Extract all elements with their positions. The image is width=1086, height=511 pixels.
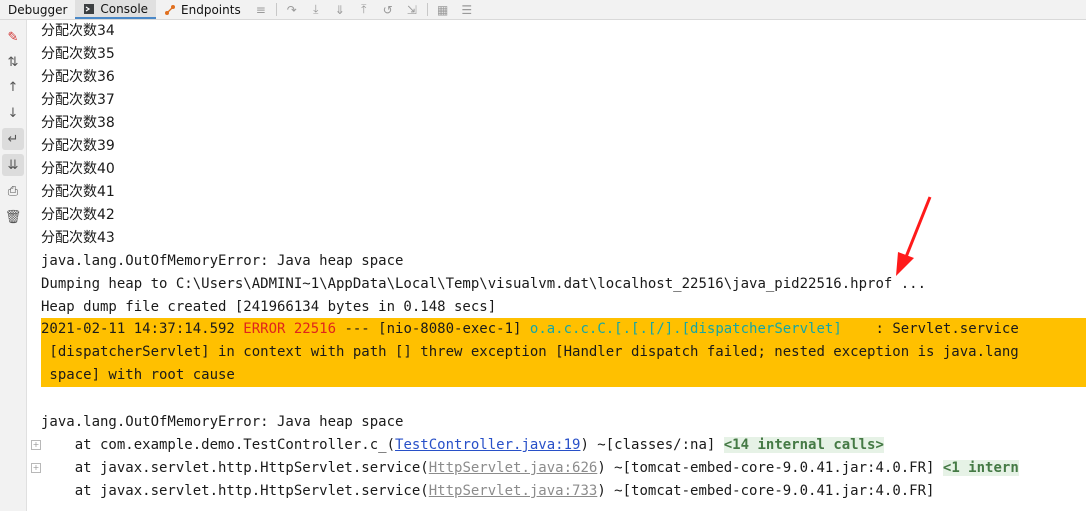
up-arrow-icon[interactable]: ↑ bbox=[2, 76, 24, 98]
tool-window-toolbar: Debugger Console Endpoints ≡ ↷ ⤓ ⇓ ⤒ ↺ ⇲… bbox=[0, 0, 1086, 20]
console-line: 分配次数38 bbox=[41, 115, 115, 131]
log-logger: o.a.c.c.C.[.[.[/].[dispatcherServlet] bbox=[529, 321, 842, 337]
tab-endpoints[interactable]: Endpoints bbox=[156, 0, 249, 19]
stack-frame-line: at com.example.demo.TestController.c_(Te… bbox=[41, 434, 884, 457]
print-icon[interactable]: ⎙ bbox=[2, 180, 24, 202]
tab-console-label: Console bbox=[100, 1, 149, 16]
error-log-line-1: 2021-02-11 14:37:14.592 ERROR 22516 --- … bbox=[41, 318, 1019, 341]
force-step-into-icon[interactable]: ⇓ bbox=[328, 0, 352, 19]
console-output[interactable]: 分配次数34 分配次数35 分配次数36 分配次数37 分配次数38 分配次数3… bbox=[27, 20, 1086, 511]
console-icon bbox=[83, 3, 95, 15]
log-level-error: ERROR 22516 bbox=[243, 321, 337, 337]
source-link[interactable]: HttpServlet.java:626 bbox=[429, 460, 598, 476]
evaluate-expression-icon[interactable]: ▦ bbox=[431, 0, 455, 19]
expand-fold-icon[interactable]: + bbox=[31, 440, 41, 450]
error-log-block: 2021-02-11 14:37:14.592 ERROR 22516 --- … bbox=[41, 318, 1086, 387]
stack-frame-line: at javax.servlet.http.HttpServlet.servic… bbox=[41, 480, 935, 503]
toolbar-divider bbox=[275, 3, 277, 16]
clear-marker-icon[interactable]: ✎ bbox=[2, 26, 24, 48]
soft-wrap-icon[interactable]: ↵ bbox=[2, 128, 24, 150]
trash-icon[interactable]: 🗑 bbox=[2, 206, 24, 228]
console-line: 分配次数35 bbox=[41, 46, 115, 62]
menu-icon[interactable]: ≡ bbox=[249, 0, 273, 19]
step-into-icon[interactable]: ⤓ bbox=[304, 0, 328, 19]
internal-calls-fold[interactable]: <14 internal calls> bbox=[723, 437, 884, 453]
stack-frame-text: at javax.servlet.http.HttpServlet.servic… bbox=[41, 483, 429, 499]
oom-error-line: java.lang.OutOfMemoryError: Java heap sp… bbox=[41, 253, 404, 269]
tab-debugger[interactable]: Debugger bbox=[0, 0, 75, 19]
console-side-toolbar: ✎ ⇅ ↑ ↓ ↵ ⇊ ⎙ 🗑 bbox=[0, 20, 27, 511]
expand-fold-icon[interactable]: + bbox=[31, 463, 41, 473]
tab-endpoints-label: Endpoints bbox=[181, 2, 241, 17]
console-line: 分配次数37 bbox=[41, 92, 115, 108]
stack-frame-jar: ) ~[classes/:na] bbox=[580, 437, 724, 453]
log-message: : Servlet.service bbox=[841, 321, 1019, 337]
run-to-cursor-icon[interactable]: ⇲ bbox=[400, 0, 424, 19]
console-line: 分配次数36 bbox=[41, 69, 115, 85]
drop-frame-icon[interactable]: ↺ bbox=[376, 0, 400, 19]
console-line: 分配次数34 bbox=[41, 23, 115, 39]
stack-frame-text: at javax.servlet.http.HttpServlet.servic… bbox=[41, 460, 429, 476]
step-out-icon[interactable]: ⤒ bbox=[352, 0, 376, 19]
source-link[interactable]: TestController.java:19 bbox=[395, 437, 580, 453]
stack-frame-jar: ) ~[tomcat-embed-core-9.0.41.jar:4.0.FR] bbox=[597, 483, 935, 499]
down-arrow-icon[interactable]: ↓ bbox=[2, 102, 24, 124]
tab-console[interactable]: Console bbox=[75, 0, 157, 19]
endpoints-icon bbox=[164, 4, 176, 16]
oom-error-line-2: java.lang.OutOfMemoryError: Java heap sp… bbox=[41, 414, 404, 430]
console-line: 分配次数40 bbox=[41, 161, 115, 177]
stack-frame-text: at com.example.demo.TestController.c_( bbox=[41, 437, 396, 453]
error-log-line-2: [dispatcherServlet] in context with path… bbox=[41, 344, 1019, 360]
heap-dump-created-line: Heap dump file created [241966134 bytes … bbox=[41, 299, 497, 315]
console-line: 分配次数42 bbox=[41, 207, 115, 223]
scroll-to-end-icon[interactable]: ⇊ bbox=[2, 154, 24, 176]
internal-calls-fold[interactable]: <1 intern bbox=[942, 460, 1019, 476]
step-over-icon[interactable]: ↷ bbox=[280, 0, 304, 19]
source-link[interactable]: HttpServlet.java:733 bbox=[429, 483, 598, 499]
toolbar-divider-2 bbox=[426, 3, 428, 16]
sort-icon[interactable]: ⇅ bbox=[2, 51, 24, 73]
console-line: 分配次数39 bbox=[41, 138, 115, 154]
heap-dump-path-line: Dumping heap to C:\Users\ADMINI~1\AppDat… bbox=[41, 276, 927, 292]
error-log-line-3: space] with root cause bbox=[41, 367, 235, 383]
console-line: 分配次数43 bbox=[41, 230, 115, 246]
console-line: 分配次数41 bbox=[41, 184, 115, 200]
log-thread: --- [nio-8080-exec-1] bbox=[336, 321, 530, 337]
tab-debugger-label: Debugger bbox=[8, 2, 68, 17]
stack-frame-line: at javax.servlet.http.HttpServlet.servic… bbox=[41, 457, 1019, 480]
log-timestamp: 2021-02-11 14:37:14.592 bbox=[41, 321, 244, 337]
settings-list-icon[interactable]: ☰ bbox=[455, 0, 479, 19]
stack-frame-jar: ) ~[tomcat-embed-core-9.0.41.jar:4.0.FR] bbox=[597, 460, 943, 476]
